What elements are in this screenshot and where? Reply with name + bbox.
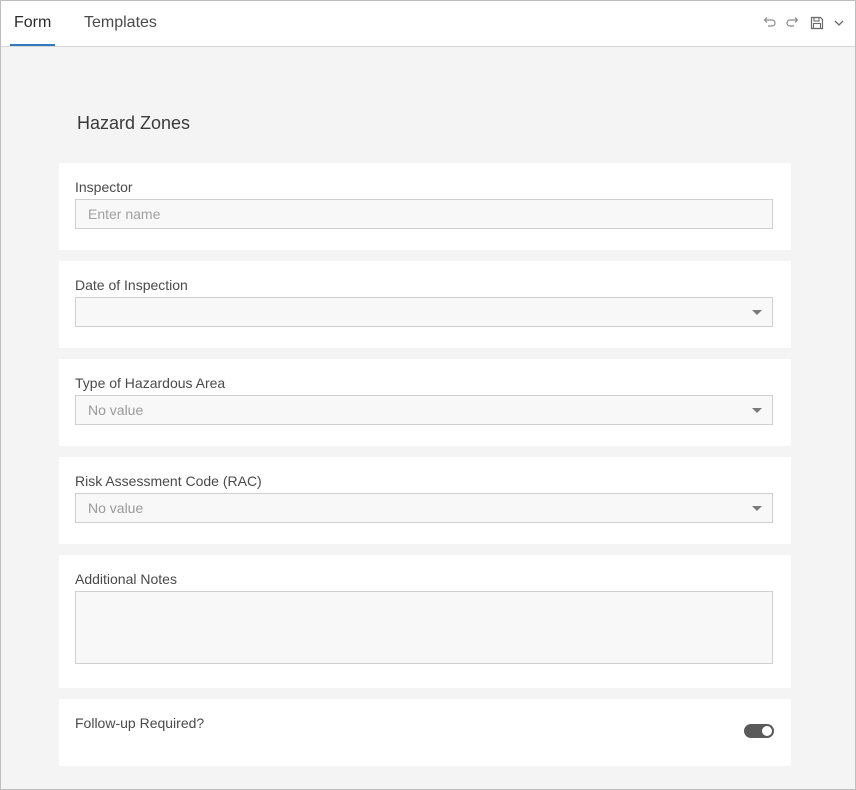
save-icon[interactable] bbox=[809, 15, 825, 31]
rac-value: No value bbox=[88, 494, 143, 522]
rac-card: Risk Assessment Code (RAC) No value bbox=[59, 457, 791, 544]
notes-card: Additional Notes bbox=[59, 555, 791, 688]
chevron-down-icon[interactable] bbox=[832, 15, 848, 31]
rac-select[interactable]: No value bbox=[75, 493, 773, 523]
notes-textarea[interactable] bbox=[75, 591, 773, 664]
follow-up-toggle[interactable] bbox=[744, 724, 774, 738]
hazard-type-select[interactable]: No value bbox=[75, 395, 773, 425]
form-builder-panel: Form Templates bbox=[0, 0, 856, 790]
follow-up-label: Follow-up Required? bbox=[75, 715, 204, 731]
hazard-type-label: Type of Hazardous Area bbox=[75, 375, 225, 391]
rac-label: Risk Assessment Code (RAC) bbox=[75, 473, 262, 489]
inspector-card: Inspector bbox=[59, 163, 791, 250]
notes-label: Additional Notes bbox=[75, 571, 177, 587]
toggle-knob bbox=[762, 726, 772, 736]
hazard-type-value: No value bbox=[88, 396, 143, 424]
redo-icon[interactable] bbox=[785, 15, 801, 31]
inspector-label: Inspector bbox=[75, 179, 133, 195]
undo-icon[interactable] bbox=[761, 15, 777, 31]
date-picker[interactable] bbox=[75, 297, 773, 327]
date-label: Date of Inspection bbox=[75, 277, 188, 293]
caret-down-icon bbox=[752, 506, 762, 511]
caret-down-icon bbox=[752, 310, 762, 315]
caret-down-icon bbox=[752, 408, 762, 413]
tab-templates[interactable]: Templates bbox=[84, 1, 157, 46]
form-title: Hazard Zones bbox=[77, 113, 190, 134]
tab-bar: Form Templates bbox=[1, 1, 855, 47]
hazard-type-card: Type of Hazardous Area No value bbox=[59, 359, 791, 446]
inspector-input[interactable] bbox=[75, 199, 773, 229]
tab-form[interactable]: Form bbox=[10, 1, 55, 46]
date-card: Date of Inspection bbox=[59, 261, 791, 348]
follow-up-card: Follow-up Required? bbox=[59, 699, 791, 766]
